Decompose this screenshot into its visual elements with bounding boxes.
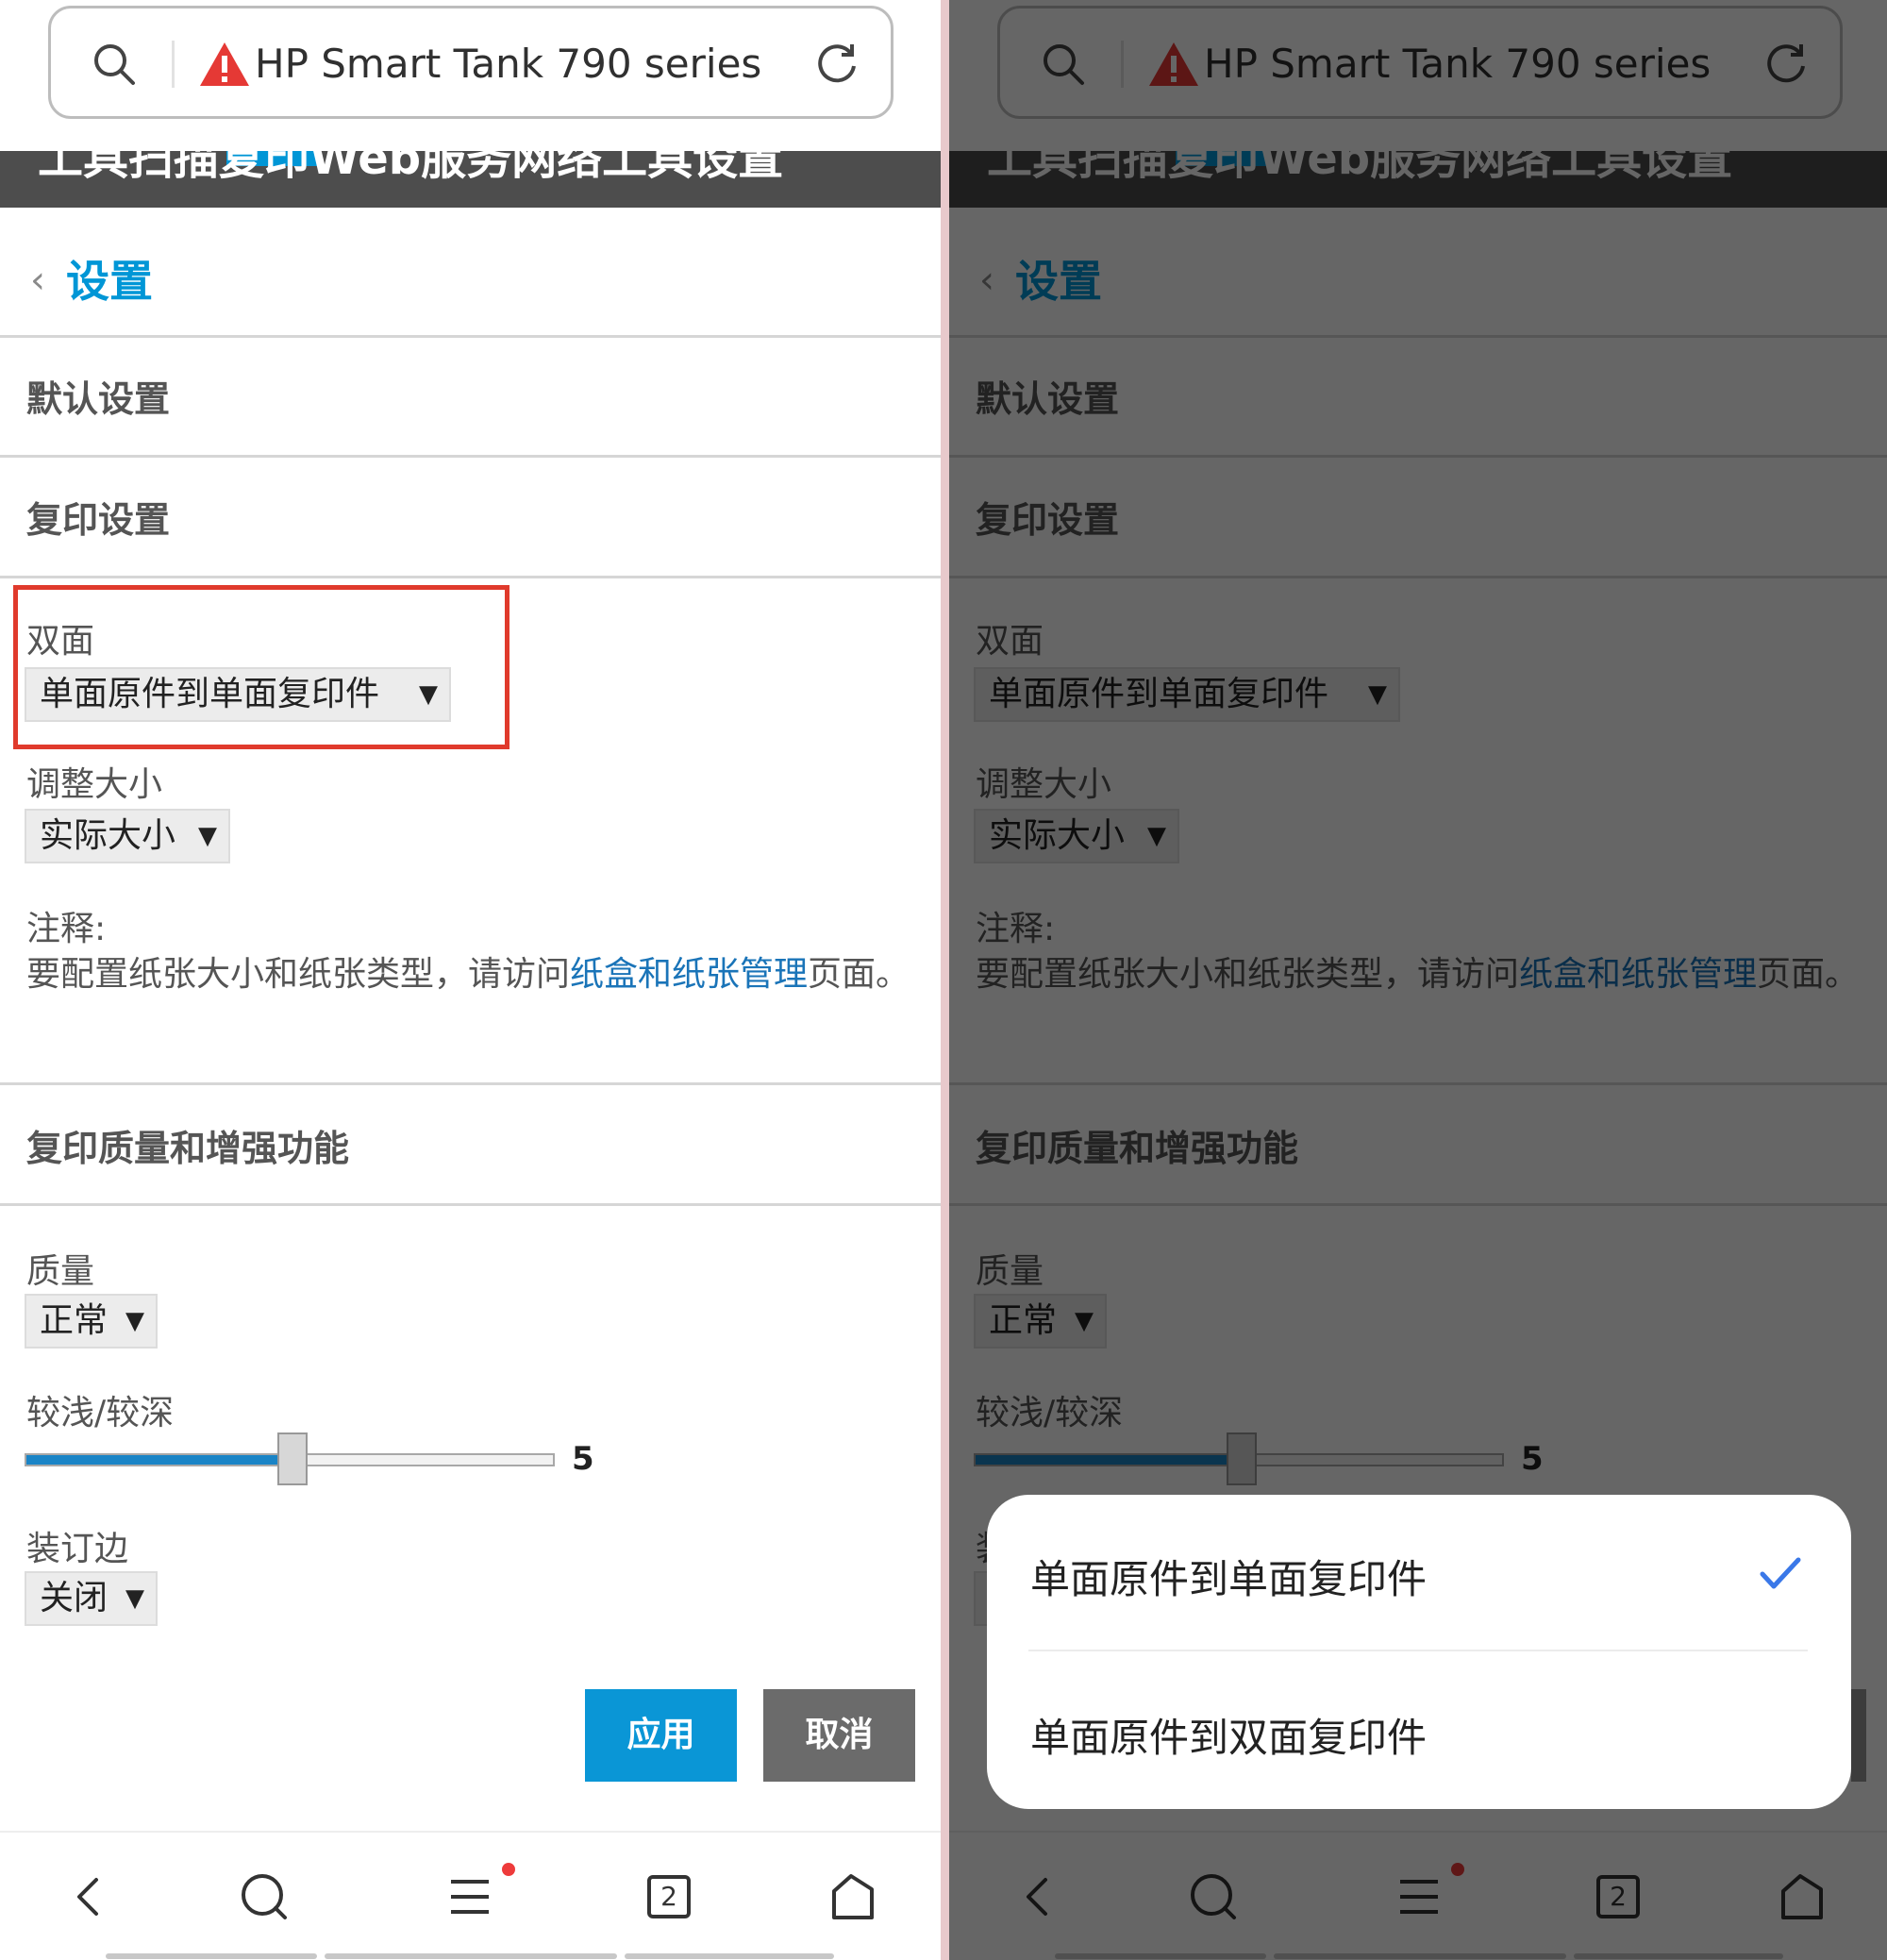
warning-icon [200,42,249,86]
divider [0,335,941,338]
search-icon[interactable] [92,42,136,86]
dropdown-arrow-icon: ▼ [125,1307,144,1335]
url-bar[interactable]: HP Smart Tank 790 series [48,6,893,119]
menu-icon[interactable] [442,1868,498,1925]
binding-value: 关闭 [40,1579,109,1617]
section-default-settings[interactable]: 默认设置 [26,370,170,422]
divider [0,1203,941,1206]
divider [0,576,941,578]
binding-label: 装订边 [26,1530,129,1568]
note-text: 要配置纸张大小和纸张类型，请访问纸盒和纸张管理页面。 [26,953,923,997]
section-copy-quality[interactable]: 复印质量和增强功能 [26,1119,349,1171]
cancel-button-peek [1851,1689,1866,1782]
settings-page: HP Smart Tank 790 series 工具扫描复印Web服务网络工具… [0,0,941,1960]
quality-value: 正常 [40,1301,109,1340]
url-separator [172,41,175,88]
reload-icon[interactable] [813,42,860,90]
home-icon[interactable] [825,1868,881,1925]
header-band: 工具扫描复印Web服务网络工具设置 [0,151,941,208]
check-icon [1760,1557,1801,1589]
panel-divider [941,0,949,1960]
back-to-settings[interactable]: ‹ 设置 [0,209,941,336]
darkness-value: 5 [572,1440,594,1478]
dropdown-arrow-icon: ▼ [198,822,217,850]
gesture-bar [325,1953,617,1959]
url-title[interactable]: HP Smart Tank 790 series [255,37,761,92]
search-icon[interactable] [236,1868,292,1925]
darkness-slider-thumb[interactable] [277,1432,308,1485]
cancel-button[interactable]: 取消 [763,1689,915,1782]
browser-bottom-nav: 2 [0,1831,941,1960]
header-band-text: 工具扫描复印Web服务网络工具设置 [38,151,784,185]
gesture-bar [625,1953,834,1959]
picker-option-one-to-two[interactable]: 单面原件到双面复印件 [1030,1706,1427,1764]
highlight-box [13,585,509,749]
notification-dot [502,1863,515,1876]
duplex-picker-sheet: 单面原件到单面复印件 单面原件到双面复印件 [987,1495,1851,1809]
divider [0,1082,941,1085]
quality-label: 质量 [26,1252,95,1291]
chevron-left-icon: ‹ [30,259,45,302]
picker-option-one-to-one[interactable]: 单面原件到单面复印件 [1030,1548,1427,1605]
note-text-after: 页面。 [808,955,910,994]
note-text-before: 要配置纸张大小和纸张类型，请访问 [26,955,571,994]
note-label: 注释: [26,910,107,948]
settings-page-with-picker: HP Smart Tank 790 series 工具扫描复印Web服务网络工具… [949,0,1887,1960]
divider [0,455,941,458]
resize-label: 调整大小 [26,765,163,804]
back-label[interactable]: 设置 [66,247,153,310]
section-copy-settings[interactable]: 复印设置 [26,491,170,543]
dropdown-arrow-icon: ▼ [125,1584,144,1613]
darkness-slider-fill [26,1455,290,1465]
apply-button[interactable]: 应用 [585,1689,737,1782]
gesture-bar [106,1953,317,1959]
back-icon[interactable] [60,1868,117,1925]
paper-management-link[interactable]: 纸盒和纸张管理 [570,955,808,994]
tabs-icon[interactable]: 2 [647,1875,691,1918]
binding-select[interactable]: 关闭 ▼ [25,1571,158,1626]
resize-value: 实际大小 [40,816,176,855]
resize-select[interactable]: 实际大小 ▼ [25,809,230,863]
quality-select[interactable]: 正常 ▼ [25,1294,158,1349]
darkness-label: 较浅/较深 [26,1394,175,1432]
picker-separator [1028,1650,1808,1651]
